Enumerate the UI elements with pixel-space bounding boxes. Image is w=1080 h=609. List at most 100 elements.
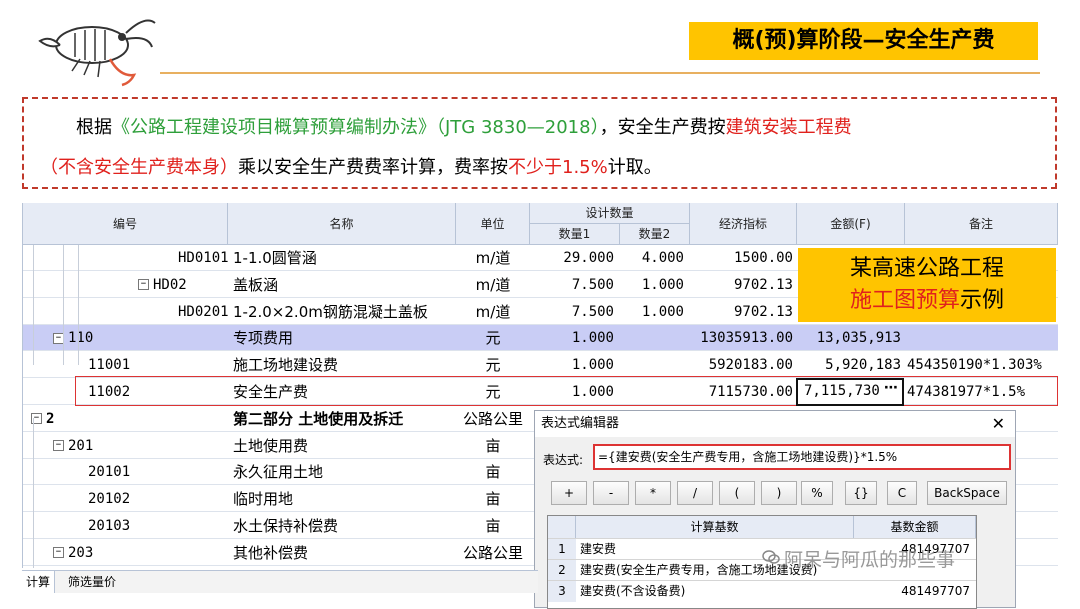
- column-header-code[interactable]: 编号: [23, 203, 228, 245]
- row-number: 2: [548, 560, 576, 581]
- basis-column-header[interactable]: 计算基数: [576, 516, 854, 538]
- cell-name: 1-2.0×2.0m钢筋混凝土盖板: [233, 302, 428, 321]
- close-icon[interactable]: ✕: [992, 411, 1005, 437]
- title-divider: [160, 72, 1040, 74]
- cell-qty2: [620, 352, 684, 378]
- backspace-button[interactable]: BackSpace: [927, 481, 1007, 505]
- expression-label: 表达式:: [543, 453, 584, 467]
- collapse-icon[interactable]: −: [138, 279, 149, 291]
- cell-code-text: 201: [68, 437, 94, 454]
- cell-code-text: HD0201: [178, 303, 228, 320]
- column-header-qty2[interactable]: 数量2: [620, 224, 690, 245]
- cell-qty1: 29.000: [563, 250, 614, 266]
- cell-name: 水土保持补偿费: [233, 517, 339, 535]
- column-header-econ-index[interactable]: 经济指标: [690, 203, 797, 245]
- cell-unit: 亩: [485, 436, 501, 455]
- cell-unit: m/道: [475, 249, 511, 267]
- braces-button[interactable]: {}: [845, 481, 877, 505]
- cell-code-text: HD0101: [178, 250, 228, 266]
- open-paren-button[interactable]: (: [719, 481, 755, 505]
- cell-code: 11001: [88, 352, 228, 378]
- cell-code-text: 110: [68, 330, 94, 347]
- cell-qty2: [620, 325, 684, 351]
- cell-code: HD0201: [178, 299, 228, 325]
- table-row[interactable]: 11001 施工场地建设费 元 1.000 5920183.00 5,920,183 454…: [23, 352, 1058, 379]
- cell-code-text: 20103: [88, 518, 131, 534]
- cell-qty1: 7.500: [571, 276, 614, 293]
- note-text: 根据: [76, 117, 112, 138]
- ellipsis-button[interactable]: ⋯: [884, 380, 898, 396]
- column-header-unit[interactable]: 单位: [456, 203, 530, 245]
- cell-code-text: 20102: [88, 491, 131, 508]
- percent-button[interactable]: %: [801, 481, 833, 505]
- note-document-ref: 《公路工程建设项目概算预算编制办法》（JTG 3830—2018）: [112, 117, 600, 138]
- column-header-design-qty: 设计数量: [530, 203, 690, 224]
- collapse-icon[interactable]: −: [53, 547, 64, 559]
- basis-table-corner: [548, 516, 576, 538]
- multiply-button[interactable]: *: [635, 481, 671, 505]
- column-header-qty1[interactable]: 数量1: [530, 224, 620, 245]
- column-header-name[interactable]: 名称: [228, 203, 456, 245]
- shrimp-logo-icon: [38, 19, 156, 87]
- divide-button[interactable]: /: [677, 481, 713, 505]
- cell-code-text: 203: [68, 544, 94, 561]
- explanation-note: 根据《公路工程建设项目概算预算编制办法》（JTG 3830—2018），安全生产…: [22, 97, 1057, 189]
- cell-unit: 亩: [485, 463, 501, 482]
- cell-name: 第二部分 土地使用及拆迁: [233, 409, 404, 428]
- column-header-remark[interactable]: 备注: [905, 203, 1058, 245]
- expression-input[interactable]: ={建安费(安全生产费专用，含施工场地建设费)}*1.5%: [593, 444, 1011, 470]
- note-highlight: （不含安全生产费本身）: [40, 157, 238, 178]
- wechat-icon: [762, 550, 780, 564]
- note-text: 乘以安全生产费费率计算，费率按: [238, 157, 508, 178]
- cell-code: 20103: [88, 513, 228, 539]
- example-text: 示例: [960, 288, 1005, 313]
- cell-econ: 5920183.00: [708, 357, 793, 374]
- basis-amount: 481497707: [901, 584, 970, 598]
- dialog-title-text: 表达式编辑器: [541, 416, 620, 431]
- plus-button[interactable]: +: [551, 481, 587, 505]
- column-header-amount[interactable]: 金额(F): [797, 203, 905, 245]
- close-paren-button[interactable]: ): [761, 481, 797, 505]
- cell-name: 土地使用费: [233, 436, 309, 455]
- cell-remark: 454350190*1.303%: [907, 357, 1042, 374]
- example-caption: 某高速公路工程 施工图预算示例: [798, 248, 1056, 322]
- cell-code-text: HD02: [153, 276, 187, 293]
- example-line-2: 施工图预算示例: [798, 285, 1056, 317]
- cell-code-text: 20101: [88, 464, 131, 481]
- cell-code-text: 11001: [88, 357, 131, 374]
- basis-amount-column-header[interactable]: 基数金额: [854, 516, 976, 538]
- tab-filter-price[interactable]: 筛选量价: [62, 571, 122, 593]
- cell-unit: 元: [485, 356, 501, 375]
- row-number: 1: [548, 539, 576, 560]
- cell-unit: 公路公里: [462, 543, 523, 562]
- cell-remark: [907, 325, 1057, 351]
- clear-button[interactable]: C: [887, 481, 917, 505]
- table-row[interactable]: −110 专项费用 元 1.000 13035913.00 13,035,913: [23, 325, 1058, 352]
- tree-line: [78, 245, 79, 365]
- minus-button[interactable]: -: [593, 481, 629, 505]
- cell-econ: 1500.00: [733, 250, 793, 266]
- cell-amount: 13,035,913: [816, 330, 901, 347]
- cell-code: −203: [53, 540, 228, 566]
- amount-cell-editor[interactable]: 7,115,730 ⋯: [796, 378, 904, 406]
- cell-qty1: 1.000: [571, 357, 614, 374]
- example-highlight: 施工图预算: [849, 288, 960, 313]
- cell-name: 专项费用: [233, 329, 294, 348]
- cell-unit: 元: [485, 329, 501, 348]
- cell-unit: 亩: [485, 517, 501, 535]
- cell-code: − HD02: [138, 272, 228, 298]
- cell-qty1: 1.000: [571, 330, 614, 347]
- tab-calc[interactable]: 计算: [22, 571, 56, 593]
- cell-name: 临时用地: [233, 490, 294, 509]
- table-row[interactable]: 3 建安费(不含设备费) 481497707: [548, 580, 976, 602]
- cell-econ: 9702.13: [733, 276, 793, 293]
- highlight-frame: [75, 376, 1058, 406]
- basis-name: 建安费(不含设备费): [580, 584, 686, 598]
- collapse-icon[interactable]: −: [53, 440, 64, 452]
- cell-name: 1-1.0圆管涵: [233, 249, 317, 267]
- page-title: 概(预)算阶段—安全生产费: [689, 22, 1038, 60]
- bottom-tabs: 计算 筛选量价: [22, 570, 538, 593]
- amount-value: 7,115,730: [804, 383, 880, 399]
- note-line-2: （不含安全生产费本身）乘以安全生产费费率计算，费率按不少于1.5%计取。: [40, 153, 662, 179]
- cell-amount: 5,920,183: [825, 357, 901, 374]
